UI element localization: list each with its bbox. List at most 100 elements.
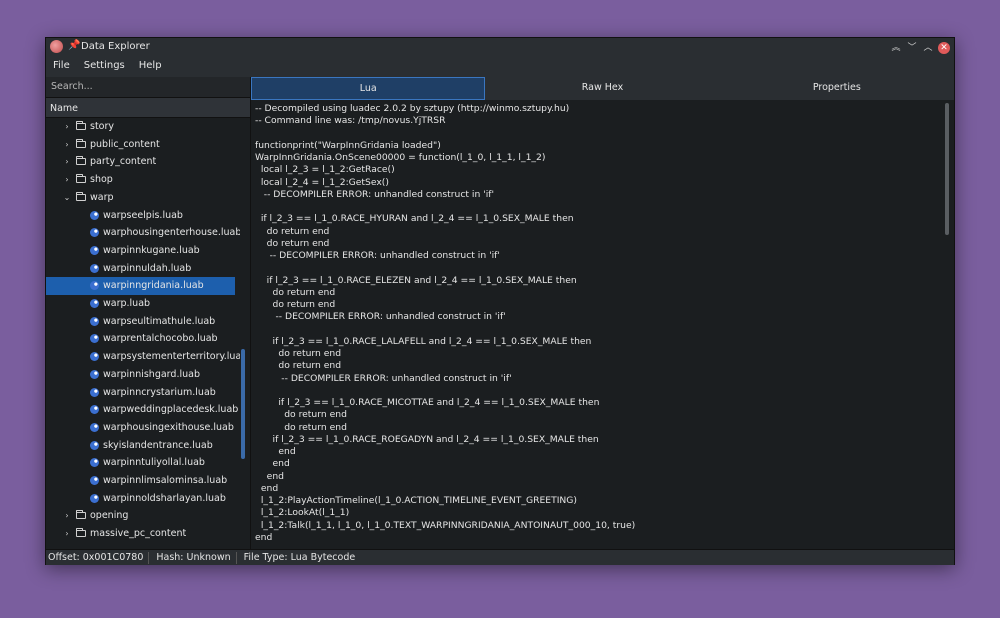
tree-file-row[interactable]: warpinncrystarium.luab [46, 384, 236, 402]
tree-file-row[interactable]: warpinnishgard.luab [46, 366, 236, 384]
tree-file-row[interactable]: warpinngridania.luab [46, 277, 235, 295]
maximize-icon[interactable]: ︿ [922, 42, 934, 54]
status-bar: Offset: 0x001C0780 Hash: Unknown File Ty… [46, 549, 954, 565]
tree-item-label: shop [90, 174, 113, 186]
tree-item-label: skyislandentrance.luab [103, 439, 213, 451]
code-line: do return end [255, 237, 330, 249]
code-line: do return end [255, 299, 336, 310]
window-title: Data Explorer [81, 41, 150, 52]
code-view[interactable]: -- Decompiled using luadec 2.0.2 by sztu… [255, 103, 938, 547]
code-line: -- Command line was: /tmp/novus.YjTRSR [255, 115, 446, 127]
minimize-icon[interactable]: ﹀ [906, 42, 918, 54]
lua-file-icon [90, 228, 99, 238]
tree-folder-row[interactable]: › party_content [46, 153, 236, 171]
tree-file-row[interactable]: warpinnoldsharlayan.luab [46, 490, 236, 508]
chevron-right-icon[interactable]: › [62, 136, 72, 154]
code-line: -- DECOMPILER ERROR: unhandled construct… [255, 250, 500, 261]
menu-help[interactable]: Help [132, 57, 169, 77]
keep-above-icon[interactable]: ︽ [890, 42, 902, 54]
tree-item-label: massive_pc_content [90, 528, 187, 540]
code-scrollbar[interactable] [943, 103, 951, 547]
tree-file-row[interactable]: warprentalchocobo.luab [46, 330, 236, 348]
code-line: local l_2_4 = l_1_2:GetSex() [255, 176, 389, 188]
tree-folder-row[interactable]: › story [46, 118, 236, 136]
tree-item-label: warprentalchocobo.luab [103, 333, 218, 345]
tab-lua[interactable]: Lua [251, 77, 486, 100]
tree-file-row[interactable]: warp.luab [46, 295, 236, 313]
tree-item-label: warpseelpis.luab [103, 209, 183, 221]
code-line: if l_2_3 == l_1_0.RACE_ROEGADYN and l_2_… [255, 433, 599, 445]
lua-file-icon [90, 476, 99, 485]
close-icon[interactable]: ✕ [938, 41, 950, 54]
chevron-right-icon[interactable]: › [62, 525, 72, 543]
title-bar[interactable]: 📌 Data Explorer ︽ ﹀ ︿ ✕ [46, 38, 954, 57]
tree-folder-row[interactable]: › massive_pc_content [46, 525, 236, 543]
tree-file-row[interactable]: warphousingexithouse.luab [46, 419, 236, 437]
tree-file-row[interactable]: warpinnuldah.luab [46, 260, 236, 278]
tree-item-label: warpweddingplacedesk.luab [103, 404, 239, 416]
tree-file-row[interactable]: warpinnlimsalominsa.luab [46, 472, 236, 490]
lua-file-icon [90, 245, 99, 255]
folder-icon [76, 528, 86, 538]
code-line: -- DECOMPILER ERROR: unhandled construct… [255, 188, 495, 200]
tree-file-row[interactable]: warphousingenterhouse.luab [46, 224, 240, 242]
lua-file-icon [90, 210, 99, 220]
tree-item-label: warpinnlimsalominsa.luab [103, 475, 228, 486]
tree-file-row[interactable]: warpseultimathule.luab [46, 313, 236, 331]
lua-file-icon [90, 352, 99, 362]
tab-properties[interactable]: Properties [720, 77, 954, 100]
tree-file-row[interactable]: skyislandentrance.luab [46, 437, 236, 455]
lua-file-icon [90, 440, 99, 450]
pin-icon[interactable]: 📌 [68, 40, 80, 51]
tree-file-row[interactable]: warpseelpis.luab [46, 207, 236, 225]
lua-file-icon [90, 316, 99, 326]
menu-bar: File Settings Help [46, 57, 954, 77]
lua-file-icon [90, 493, 99, 503]
tree-item-label: warphousingexithouse.luab [103, 421, 234, 433]
tree-scrollbar-thumb[interactable] [241, 349, 245, 460]
window-controls: ︽ ﹀ ︿ ✕ [890, 40, 950, 55]
chevron-down-icon[interactable]: ⌄ [62, 189, 72, 207]
chevron-right-icon[interactable]: › [62, 171, 72, 189]
tree-folder-row[interactable]: › public_content [46, 136, 236, 154]
tree-item-label: warp [90, 191, 114, 203]
tree-scrollbar[interactable] [240, 118, 246, 549]
code-line: if l_2_3 == l_1_0.RACE_ELEZEN and l_2_4 … [255, 274, 577, 286]
tree-item-label: warpinnoldsharlayan.luab [103, 492, 226, 504]
tab-raw-hex[interactable]: Raw Hex [485, 77, 719, 100]
code-line: do return end [255, 286, 336, 298]
chevron-right-icon[interactable]: › [62, 153, 72, 171]
chevron-right-icon[interactable]: › [62, 507, 72, 525]
chevron-right-icon[interactable]: › [62, 118, 72, 136]
file-tree-pane: Search... Name › story › public_content › par… [46, 77, 250, 549]
data-explorer-window: 📌 Data Explorer ︽ ﹀ ︿ ✕ File Settings He… [45, 37, 955, 565]
tree-column-header[interactable]: Name [46, 98, 250, 118]
code-line: do return end [255, 421, 347, 433]
tree-file-row[interactable]: warpinntuliyollal.luab [46, 454, 236, 472]
tree-folder-row[interactable]: › shop [46, 171, 236, 189]
folder-icon [76, 510, 86, 520]
search-input[interactable]: Search... [46, 77, 250, 98]
file-tree: › story › public_content › party_content › shop… [46, 118, 240, 549]
code-line: end [255, 446, 296, 457]
menu-settings[interactable]: Settings [77, 57, 132, 77]
content-pane: Lua Raw Hex Properties -- Decompiled usi… [250, 77, 954, 549]
tree-item-label: warp.luab [103, 298, 151, 309]
code-line: -- DECOMPILER ERROR: unhandled construct… [255, 372, 512, 384]
tree-folder-row[interactable]: ⌄ warp [46, 189, 236, 207]
tree-item-label: warpseultimathule.luab [103, 315, 216, 327]
tree-file-row[interactable]: warpsystementerterritory.luab [46, 348, 240, 366]
lua-file-icon [90, 422, 99, 432]
tree-file-row[interactable]: warpinnkugane.luab [46, 242, 236, 260]
code-line: do return end [255, 225, 330, 237]
code-line: functionprint("WarpInnGridania loaded") [255, 139, 441, 151]
tree-folder-row[interactable]: › opening [46, 507, 236, 525]
lua-file-icon [90, 263, 99, 273]
menu-file[interactable]: File [46, 57, 77, 77]
tree-item-label: warpinnkugane.luab [103, 244, 200, 256]
tree-file-row[interactable]: warpweddingplacedesk.luab [46, 401, 239, 419]
code-scrollbar-thumb[interactable] [945, 103, 949, 235]
